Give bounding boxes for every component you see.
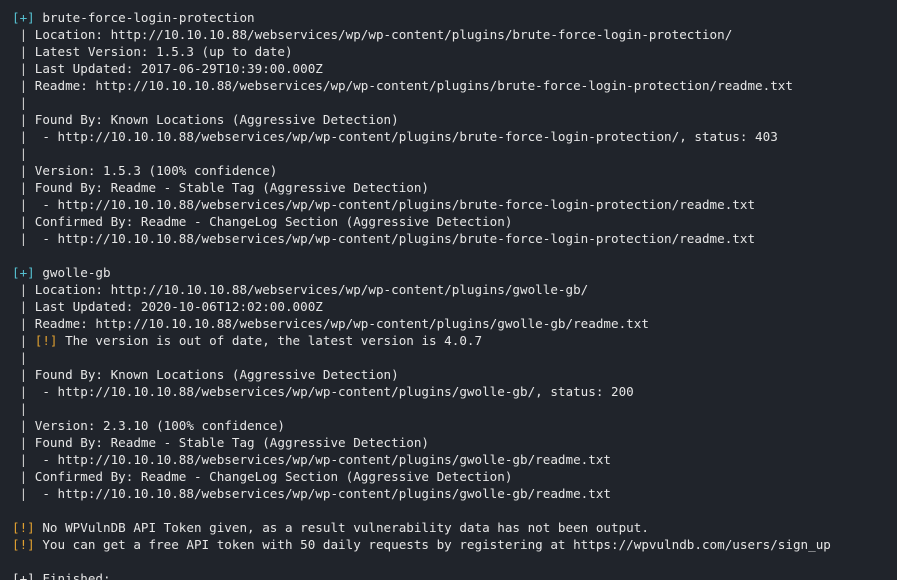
api-token-info: [!] You can get a free API token with 50… <box>12 537 831 552</box>
output-line: | Last Updated: 2020-10-06T12:02:00.000Z <box>12 299 323 314</box>
warning-marker: [!] <box>12 520 35 535</box>
output-line: | Readme: http://10.10.10.88/webservices… <box>12 78 793 93</box>
warning-marker: [!] <box>12 537 35 552</box>
output-line: | Readme: http://10.10.10.88/webservices… <box>12 316 649 331</box>
plugin-header: [+] brute-force-login-protection <box>12 9 897 26</box>
output-line: | Latest Version: 1.5.3 (up to date) <box>12 44 293 59</box>
output-line: | - http://10.10.10.88/webservices/wp/wp… <box>12 231 756 246</box>
output-line: | Found By: Readme - Stable Tag (Aggress… <box>12 180 430 195</box>
output-line: | Confirmed By: Readme - ChangeLog Secti… <box>12 469 513 484</box>
output-line: | Found By: Readme - Stable Tag (Aggress… <box>12 435 430 450</box>
output-line: | - http://10.10.10.88/webservices/wp/wp… <box>12 384 634 399</box>
plugin-name: gwolle-gb <box>42 265 111 280</box>
output-line: | <box>12 146 28 161</box>
output-line: | <box>12 350 28 365</box>
output-line: | <box>12 95 28 110</box>
output-line: | - http://10.10.10.88/webservices/wp/wp… <box>12 197 756 212</box>
plugin-header: [+] gwolle-gb <box>12 264 897 281</box>
warning-marker: [!] <box>34 333 58 348</box>
output-line: | Confirmed By: Readme - ChangeLog Secti… <box>12 214 513 229</box>
output-line: | - http://10.10.10.88/webservices/wp/wp… <box>12 129 778 144</box>
output-line: | Location: http://10.10.10.88/webservic… <box>12 282 589 297</box>
plus-marker: [+] <box>12 10 35 25</box>
output-line: | Found By: Known Locations (Aggressive … <box>12 367 399 382</box>
output-line: | Version: 1.5.3 (100% confidence) <box>12 163 278 178</box>
outdated-warning-line: | [!] The version is out of date, the la… <box>12 333 483 348</box>
output-line: | Found By: Known Locations (Aggressive … <box>12 112 399 127</box>
output-line: | - http://10.10.10.88/webservices/wp/wp… <box>12 452 611 467</box>
plus-marker: [+] <box>12 265 35 280</box>
output-line: | - http://10.10.10.88/webservices/wp/wp… <box>12 486 611 501</box>
terminal-output[interactable]: [+] brute-force-login-protection | Locat… <box>12 9 897 580</box>
output-line: | Location: http://10.10.10.88/webservic… <box>12 27 733 42</box>
output-line: | <box>12 401 28 416</box>
truncated-line: [+] Finished: ... <box>12 571 141 580</box>
plugin-name: brute-force-login-protection <box>42 10 255 25</box>
output-line: | Version: 2.3.10 (100% confidence) <box>12 418 285 433</box>
output-line: | Last Updated: 2017-06-29T10:39:00.000Z <box>12 61 323 76</box>
api-token-warning: [!] No WPVulnDB API Token given, as a re… <box>12 520 649 535</box>
